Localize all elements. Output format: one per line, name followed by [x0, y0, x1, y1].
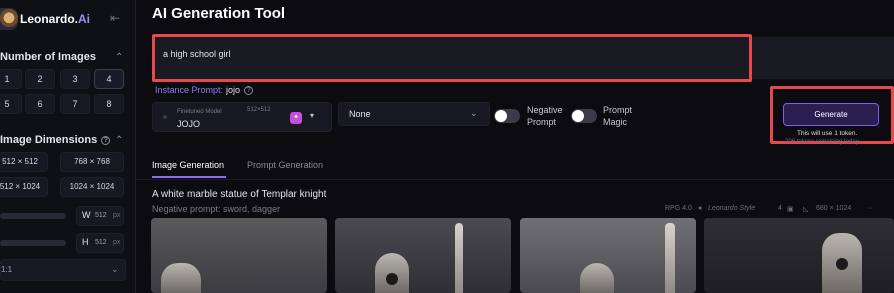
- height-slider[interactable]: [0, 240, 66, 246]
- prompt-box-extension: [752, 37, 894, 79]
- height-unit: px: [113, 239, 121, 246]
- generation-title: A white marble statue of Templar knight: [152, 189, 327, 200]
- generated-image-3[interactable]: [520, 218, 696, 293]
- image-count-icon: ▣: [787, 206, 794, 213]
- chevron-up-icon[interactable]: ⌃: [115, 52, 123, 63]
- logo-text: Leonardo.: [20, 12, 79, 26]
- num-images-3[interactable]: 3: [60, 69, 90, 89]
- aspect-ratio-select[interactable]: 1:1 ⌄: [0, 259, 126, 281]
- num-images-5[interactable]: 5: [0, 94, 22, 114]
- prompt-magic-label: Prompt Magic: [603, 105, 633, 127]
- instance-prompt-label: Instance Prompt:: [155, 85, 224, 95]
- style-value: None: [349, 109, 371, 119]
- width-input[interactable]: W 512 px: [76, 206, 124, 226]
- height-input[interactable]: H 512 px: [76, 233, 124, 253]
- model-badge-icon: ✦: [290, 112, 302, 124]
- negative-prompt-toggle[interactable]: [494, 109, 520, 123]
- tab-prompt-generation[interactable]: Prompt Generation: [247, 160, 323, 170]
- model-name: JOJO: [177, 119, 201, 129]
- model-dot-icon: [163, 115, 167, 119]
- bullet: ●: [698, 205, 703, 212]
- generation-count: 4: [778, 205, 782, 212]
- prompt-magic-toggle[interactable]: [571, 109, 597, 123]
- help-icon[interactable]: ?: [244, 86, 254, 95]
- divider: [136, 179, 894, 180]
- width-label: W: [82, 210, 91, 220]
- instance-prompt: Instance Prompt: jojo?: [155, 85, 254, 95]
- collapse-sidebar-icon[interactable]: ⇤: [110, 11, 120, 25]
- style-select[interactable]: None ⌄: [338, 102, 490, 126]
- instance-prompt-value: jojo: [226, 85, 241, 95]
- dimensions-icon: ◺: [803, 206, 809, 213]
- chevron-down-icon: ⌄: [470, 108, 478, 118]
- generation-model: RPG 4.0: [665, 205, 692, 212]
- tab-bar: Image Generation Prompt Generation: [152, 160, 894, 180]
- tokens-remaining: 206 tokens remaining today.: [785, 139, 860, 145]
- dimension-768x768[interactable]: 768 × 768: [60, 152, 124, 172]
- generation-negative-prompt: Negative prompt: sword, dagger: [152, 204, 281, 214]
- generated-image-4[interactable]: [704, 218, 894, 293]
- tab-image-generation[interactable]: Image Generation: [152, 160, 224, 170]
- generated-image-1[interactable]: [151, 218, 327, 293]
- width-slider[interactable]: [0, 213, 66, 219]
- help-icon[interactable]: ?: [101, 136, 111, 145]
- num-images-7[interactable]: 7: [60, 94, 90, 114]
- aspect-ratio-value: 1:1: [1, 265, 13, 274]
- caret-down-icon: ▾: [310, 111, 315, 120]
- num-images-1[interactable]: 1: [0, 69, 22, 89]
- model-select[interactable]: Finetuned Model JOJO 512×512 ✦ ▾: [152, 102, 332, 132]
- width-unit: px: [113, 212, 121, 219]
- num-images-8[interactable]: 8: [94, 94, 124, 114]
- chevron-down-icon: ⌄: [111, 264, 119, 274]
- generate-button[interactable]: Generate: [783, 103, 879, 126]
- dimension-512x512[interactable]: 512 × 512: [0, 152, 48, 172]
- dimension-512x1024[interactable]: 512 × 1024: [0, 177, 48, 197]
- generated-image-2[interactable]: [335, 218, 511, 293]
- num-images-4[interactable]: 4: [94, 69, 124, 89]
- more-options-icon[interactable]: ···: [866, 205, 873, 212]
- height-label: H: [82, 237, 89, 247]
- negative-prompt-label: Negative Prompt: [527, 105, 563, 127]
- number-of-images-title: Number of Images: [0, 51, 96, 63]
- logo[interactable]: Leonardo.Ai ⇤: [0, 7, 136, 31]
- page-title: AI Generation Tool: [152, 5, 286, 22]
- logo-ai-text: Ai: [78, 12, 91, 26]
- chevron-up-icon[interactable]: ⌃: [115, 135, 123, 146]
- sidebar: Leonardo.Ai ⇤ Number of Images ⌃ 1 2 3 4…: [0, 0, 136, 293]
- prompt-input[interactable]: [163, 49, 723, 59]
- model-size: 512×512: [247, 107, 271, 113]
- generation-dimensions: 680 × 1024: [816, 205, 852, 212]
- model-kind: Finetuned Model: [177, 109, 222, 115]
- image-dimensions-title: Image Dimensions: [0, 134, 98, 146]
- num-images-2[interactable]: 2: [25, 69, 55, 89]
- height-value: 512: [95, 239, 107, 246]
- token-cost-note: This will use 1 token.: [797, 130, 858, 137]
- dimension-1024x1024[interactable]: 1024 × 1024: [60, 177, 124, 197]
- width-value: 512: [95, 212, 107, 219]
- logo-avatar-icon: [0, 8, 18, 30]
- generation-style: Leonardo Style: [708, 205, 756, 212]
- active-tab-indicator: [152, 176, 226, 178]
- num-images-6[interactable]: 6: [25, 94, 55, 114]
- prompt-input-container[interactable]: [152, 34, 752, 82]
